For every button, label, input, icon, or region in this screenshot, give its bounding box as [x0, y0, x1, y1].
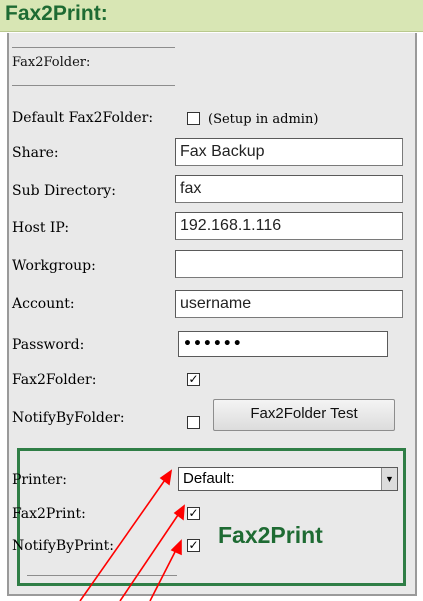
default-fax2folder-checkbox[interactable]: [187, 112, 200, 125]
notify-by-folder-label: NotifyByFolder:: [12, 410, 125, 426]
divider-top: [12, 47, 175, 48]
host-ip-label: Host IP:: [12, 220, 70, 236]
workgroup-input[interactable]: [175, 250, 403, 278]
account-input[interactable]: username: [175, 290, 403, 318]
printer-select-value: Default:: [183, 470, 235, 487]
divider-bottom: [27, 575, 177, 576]
host-ip-input[interactable]: 192.168.1.116: [175, 212, 403, 240]
chevron-down-icon[interactable]: ▼: [381, 468, 397, 490]
fax2print-checkbox[interactable]: ✓: [187, 507, 200, 520]
fax2print-label: Fax2Print:: [12, 506, 86, 522]
header-title: Fax2Print:: [5, 2, 108, 25]
fax2folder-enable-checkbox[interactable]: ✓: [187, 373, 200, 386]
password-label: Password:: [12, 337, 85, 353]
printer-select[interactable]: Default: ▼: [178, 467, 398, 491]
divider-section: [12, 85, 175, 86]
sub-directory-input[interactable]: fax: [175, 175, 403, 203]
fax2folder-enable-label: Fax2Folder:: [12, 372, 97, 388]
notify-by-print-checkbox[interactable]: ✓: [187, 539, 200, 552]
setup-in-admin-hint: (Setup in admin): [208, 112, 319, 127]
notify-by-print-label: NotifyByPrint:: [12, 538, 115, 554]
sub-directory-label: Sub Directory:: [12, 183, 116, 199]
default-fax2folder-label: Default Fax2Folder:: [12, 110, 154, 126]
workgroup-label: Workgroup:: [12, 258, 96, 274]
printer-label: Printer:: [12, 472, 67, 488]
share-input[interactable]: Fax Backup: [175, 138, 403, 166]
section-title-fax2folder: Fax2Folder:: [12, 55, 91, 70]
fax2folder-test-button[interactable]: Fax2Folder Test: [213, 399, 395, 431]
account-label: Account:: [12, 296, 75, 312]
fax2print-big-label: Fax2Print: [218, 522, 323, 548]
password-input[interactable]: ••••••: [178, 331, 388, 357]
notify-by-folder-checkbox[interactable]: [187, 416, 200, 429]
share-label: Share:: [12, 145, 59, 161]
header-bar: Fax2Print:: [0, 0, 423, 32]
